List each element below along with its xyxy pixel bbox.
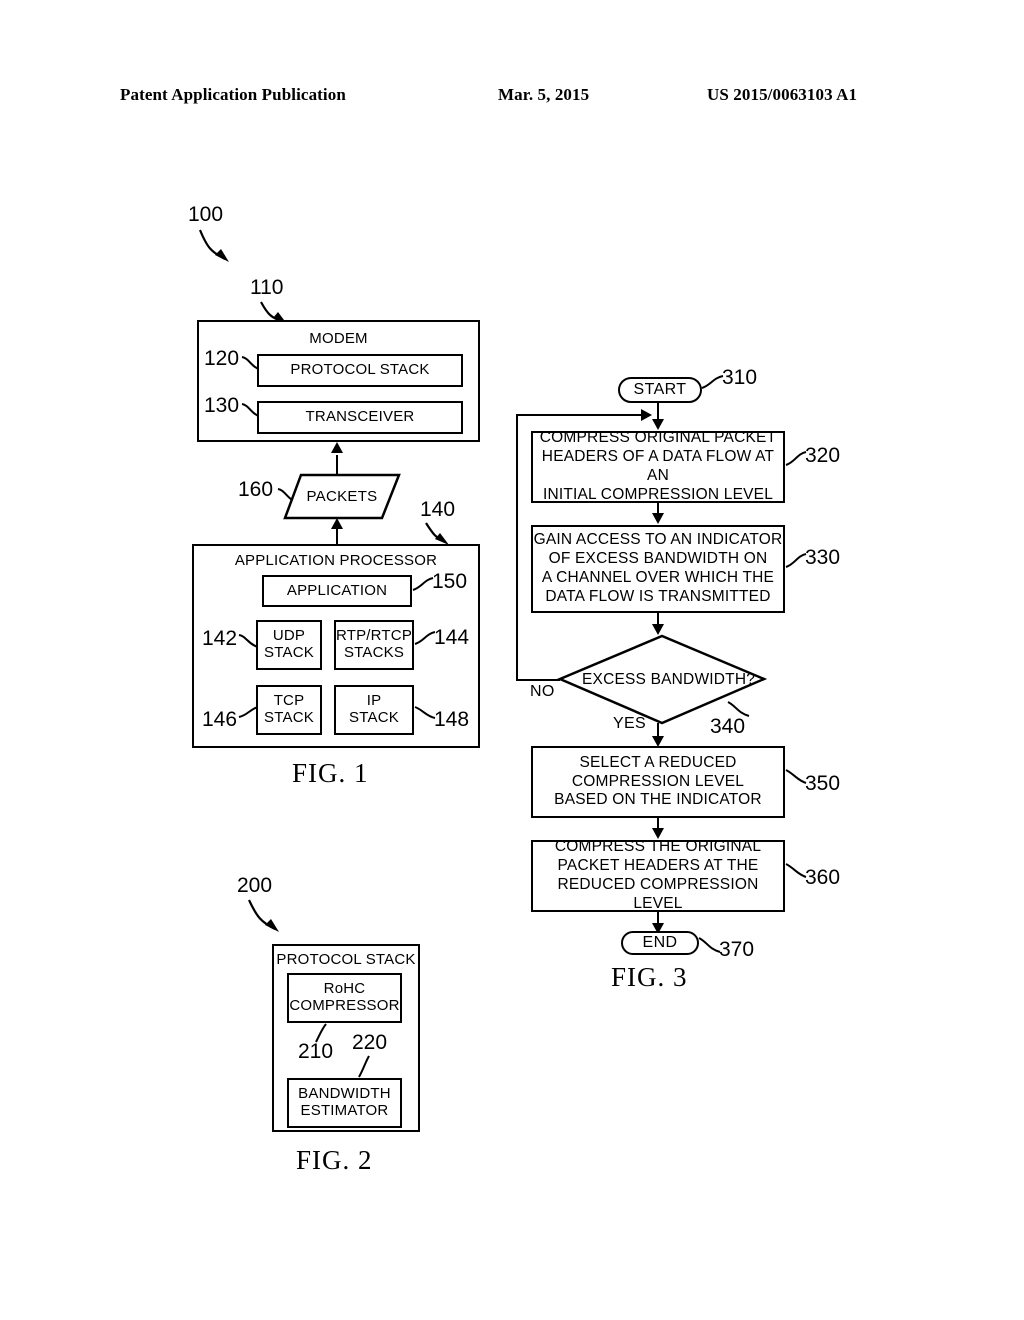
- bandwidth-estimator-label-line1: BANDWIDTH: [298, 1085, 391, 1103]
- leader-200: [248, 899, 279, 932]
- ref-146: 146: [202, 708, 238, 731]
- step-350-line1: SELECT A REDUCED: [579, 753, 737, 771]
- rtp-rtcp-stacks-label-line2: STACKS: [343, 644, 405, 661]
- start-terminator: START: [618, 377, 702, 403]
- ref-370: 370: [719, 938, 755, 961]
- no-branch-vertical-line: [516, 415, 518, 680]
- udp-stack-box: UDP STACK: [256, 620, 322, 670]
- step-320-box: COMPRESS ORIGINAL PACKET HEADERS OF A DA…: [531, 429, 785, 503]
- transceiver-label: TRANSCEIVER: [305, 408, 415, 426]
- ref-220: 220: [352, 1031, 388, 1054]
- ref-120: 120: [204, 347, 240, 370]
- step-330-line4: DATA FLOW IS TRANSMITTED: [545, 587, 771, 605]
- ref-310: 310: [722, 366, 758, 389]
- ref-148: 148: [434, 708, 470, 731]
- application-label: APPLICATION: [286, 581, 388, 599]
- appproc-to-packets-arrowhead: [331, 518, 343, 529]
- bandwidth-estimator-box: BANDWIDTH ESTIMATOR: [287, 1078, 402, 1128]
- ref-130: 130: [204, 394, 240, 417]
- step-330-line2: OF EXCESS BANDWIDTH ON: [548, 550, 768, 568]
- no-branch-top-line: [516, 414, 644, 416]
- ref-340: 340: [710, 715, 746, 738]
- no-branch-bottom-line: [516, 679, 560, 681]
- step-350-line2: COMPRESSION LEVEL: [571, 772, 745, 790]
- figure-3-caption: FIG. 3: [611, 962, 688, 992]
- rtp-rtcp-stacks-box: RTP/RTCP STACKS: [334, 620, 414, 670]
- step-360-line2: PACKET HEADERS AT THE: [557, 857, 759, 875]
- yes-branch-label: YES: [613, 715, 646, 732]
- protocol-stack-fig2-title: PROTOCOL STACK: [276, 951, 416, 968]
- ref-160: 160: [238, 478, 274, 501]
- rohc-compressor-label-line1: RoHC: [323, 980, 366, 998]
- ip-stack-box: IP STACK: [334, 685, 414, 735]
- packets-to-modem-arrowhead: [331, 442, 343, 453]
- ref-150: 150: [432, 570, 468, 593]
- packets-label: PACKETS: [306, 488, 378, 505]
- ref-210: 210: [298, 1040, 334, 1063]
- ref-100: 100: [188, 203, 224, 226]
- figure-2-caption: FIG. 2: [296, 1145, 373, 1175]
- end-terminator: END: [621, 931, 699, 955]
- step-320-line1: COMPRESS ORIGINAL PACKET: [539, 429, 777, 447]
- decision-340-label: EXCESS BANDWIDTH?: [582, 671, 756, 688]
- step-320-line3: INITIAL COMPRESSION LEVEL: [542, 485, 774, 503]
- application-processor-title: APPLICATION PROCESSOR: [234, 552, 438, 569]
- protocol-stack-label: PROTOCOL STACK: [290, 361, 430, 379]
- modem-title: MODEM: [309, 330, 368, 347]
- ref-360: 360: [805, 866, 841, 889]
- step-320-line2: HEADERS OF A DATA FLOW AT AN: [541, 448, 775, 484]
- step-360-box: COMPRESS THE ORIGINAL PACKET HEADERS AT …: [531, 838, 785, 912]
- publication-type-label: Patent Application Publication: [120, 85, 346, 104]
- page-header: Patent Application Publication Mar. 5, 2…: [120, 85, 910, 113]
- ref-144: 144: [434, 626, 470, 649]
- figure-1-caption: FIG. 1: [292, 758, 369, 788]
- tcp-stack-label-line1: TCP: [273, 692, 305, 710]
- tcp-stack-box: TCP STACK: [256, 685, 322, 735]
- ref-350: 350: [805, 772, 841, 795]
- rohc-compressor-box: RoHC COMPRESSOR: [287, 973, 402, 1023]
- publication-date-label: Mar. 5, 2015: [498, 85, 590, 104]
- protocol-stack-box: PROTOCOL STACK: [257, 354, 463, 387]
- step-330-line1: GAIN ACCESS TO AN INDICATOR: [533, 531, 783, 549]
- step-330-line3: A CHANNEL OVER WHICH THE: [541, 569, 775, 586]
- packets-shape-text: PACKETS: [283, 473, 401, 520]
- rtp-rtcp-stacks-label-line1: RTP/RTCP: [335, 627, 413, 645]
- leader-220: [358, 1055, 370, 1078]
- tcp-stack-label-line2: STACK: [264, 709, 314, 726]
- udp-stack-label-line2: STACK: [264, 644, 314, 661]
- arrowhead-320-to-330: [652, 513, 664, 524]
- ref-330: 330: [805, 546, 841, 569]
- no-branch-arrowhead: [641, 409, 652, 421]
- transceiver-box: TRANSCEIVER: [257, 401, 463, 434]
- udp-stack-label-line1: UDP: [272, 627, 306, 645]
- publication-number-label: US 2015/0063103 A1: [707, 85, 858, 104]
- bandwidth-estimator-label-line2: ESTIMATOR: [300, 1102, 389, 1119]
- step-360-line1: COMPRESS THE ORIGINAL: [554, 838, 762, 856]
- rohc-compressor-label-line2: COMPRESSOR: [289, 997, 400, 1014]
- ref-142: 142: [202, 627, 238, 650]
- end-label: END: [642, 934, 678, 951]
- application-box: APPLICATION: [262, 575, 412, 607]
- leader-100: [198, 229, 229, 262]
- ref-140: 140: [420, 498, 456, 521]
- start-label: START: [633, 381, 687, 398]
- ip-stack-label-line1: IP: [366, 692, 382, 710]
- step-350-box: SELECT A REDUCED COMPRESSION LEVEL BASED…: [531, 746, 785, 818]
- ref-320: 320: [805, 444, 841, 467]
- step-360-line3: REDUCED COMPRESSION LEVEL: [557, 876, 759, 912]
- no-branch-label: NO: [530, 683, 555, 700]
- ip-stack-label-line2: STACK: [349, 709, 399, 726]
- step-350-line3: BASED ON THE INDICATOR: [554, 791, 762, 809]
- step-330-box: GAIN ACCESS TO AN INDICATOR OF EXCESS BA…: [531, 525, 785, 613]
- ref-110: 110: [250, 276, 284, 299]
